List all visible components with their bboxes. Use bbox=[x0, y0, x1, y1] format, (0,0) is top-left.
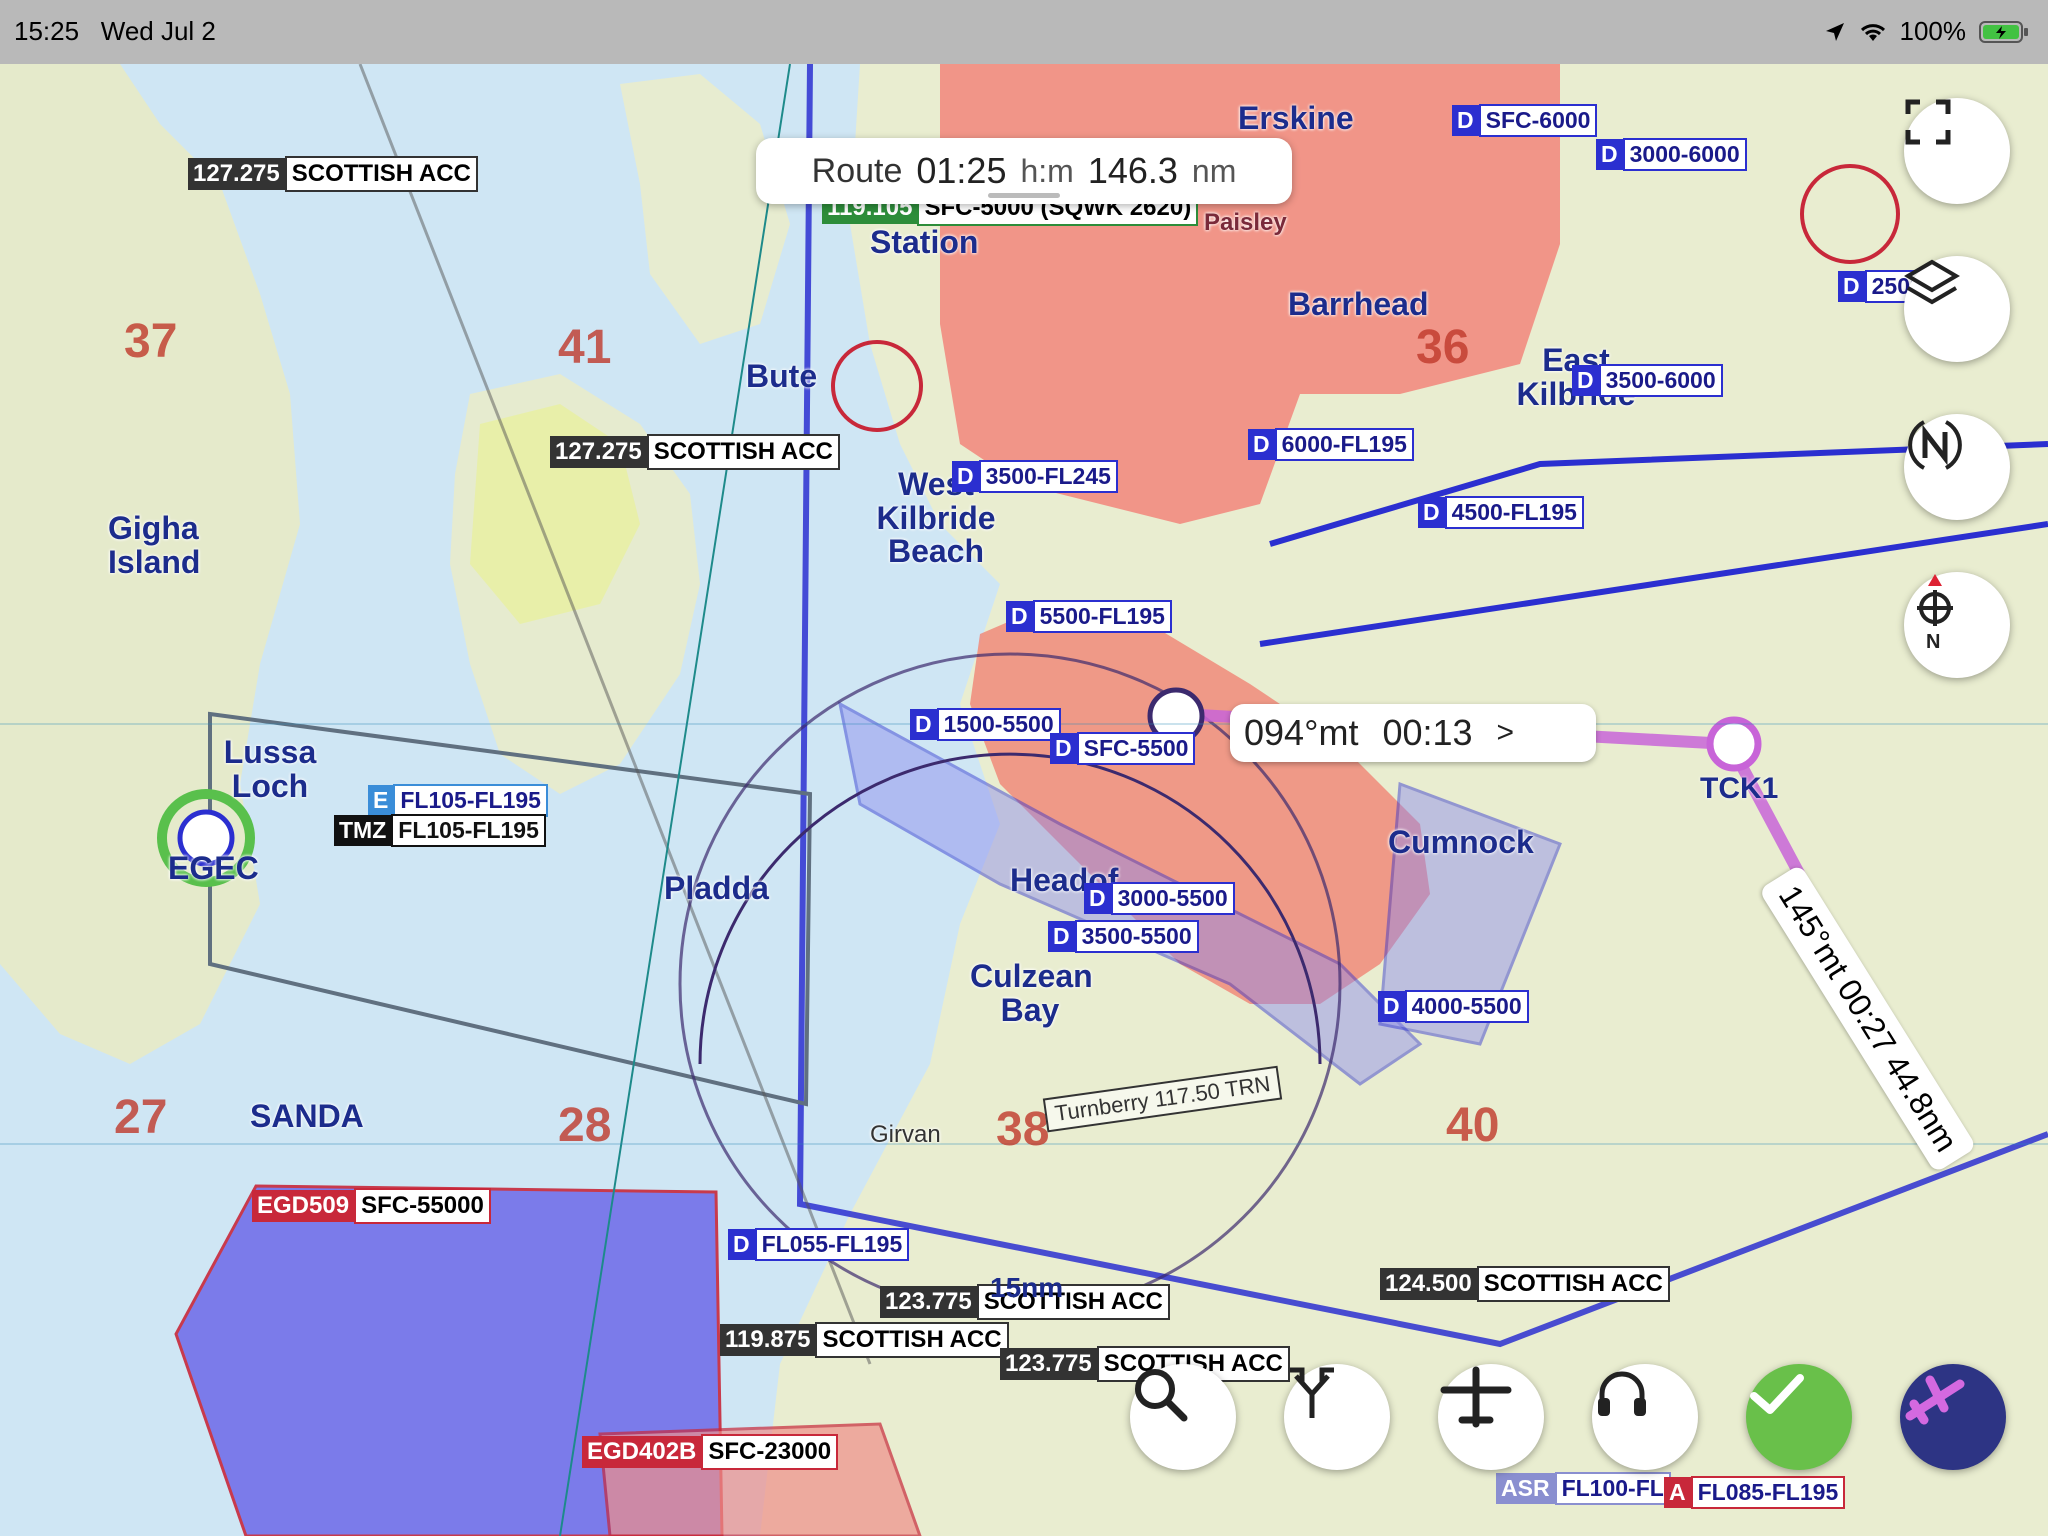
airspace-label[interactable]: A FL085-FL195 bbox=[1664, 1476, 1846, 1509]
airspace-label[interactable]: D 3500-5500 bbox=[1048, 920, 1199, 953]
place-sanda[interactable]: SANDA bbox=[250, 1099, 364, 1134]
airspace-label[interactable]: D 6000-FL195 bbox=[1248, 428, 1414, 461]
freq-label[interactable]: 119.875 SCOTTISH ACC bbox=[720, 1322, 1009, 1358]
place-bute[interactable]: Bute bbox=[746, 359, 817, 394]
route-time-unit: h:m bbox=[1020, 152, 1074, 189]
audio-button[interactable] bbox=[1592, 1364, 1698, 1470]
land-bute bbox=[620, 74, 790, 344]
battery-icon bbox=[1979, 20, 2028, 43]
north-up-icon bbox=[1908, 420, 1962, 470]
layers-icon bbox=[1904, 259, 1960, 305]
place-paisley[interactable]: Paisley bbox=[1204, 210, 1287, 235]
leg-expand-arrow[interactable]: > bbox=[1497, 716, 1515, 750]
restricted-label-egd509[interactable]: EGD509 SFC-55000 bbox=[252, 1188, 491, 1224]
place-gigha[interactable]: Gigha Island bbox=[108, 511, 200, 579]
headset-icon bbox=[1598, 1371, 1646, 1416]
airspace-label[interactable]: ASR FL100-FL bbox=[1496, 1472, 1671, 1505]
airspace-label[interactable]: D 3000-6000 bbox=[1596, 138, 1747, 171]
route-distance: 146.3 bbox=[1087, 150, 1178, 191]
drag-handle[interactable] bbox=[988, 193, 1060, 198]
airspace-label[interactable]: D 3500-6000 bbox=[1572, 364, 1723, 397]
route-distance-unit: nm bbox=[1191, 152, 1237, 189]
layers-button[interactable] bbox=[1904, 256, 2010, 362]
leg-time: 00:13 bbox=[1382, 712, 1473, 753]
grid-number: 38 bbox=[996, 1103, 1050, 1156]
place-station[interactable]: Station bbox=[870, 225, 978, 260]
place-girvan[interactable]: Girvan bbox=[870, 1122, 941, 1147]
grid-number: 28 bbox=[558, 1099, 612, 1152]
route-label: Route bbox=[811, 151, 903, 190]
fis-line bbox=[358, 64, 872, 1365]
fullscreen-button[interactable] bbox=[1904, 98, 2010, 204]
wifi-icon bbox=[1860, 23, 1885, 41]
freq-label[interactable]: 127.275 SCOTTISH ACC bbox=[188, 156, 478, 192]
airspace-label[interactable]: D 4500-FL195 bbox=[1418, 496, 1584, 529]
airspace-label[interactable]: D 4000-5500 bbox=[1378, 990, 1529, 1023]
waypoint-label[interactable]: TCK1 bbox=[1700, 772, 1778, 806]
direct-to-button[interactable] bbox=[1284, 1364, 1390, 1470]
airspace-label[interactable]: TMZ FL105-FL195 bbox=[334, 814, 546, 847]
airspace-label[interactable]: D 3000-5500 bbox=[1084, 882, 1235, 915]
leg-bearing: 094°mt bbox=[1244, 712, 1359, 753]
place-culzean[interactable]: Culzean Bay bbox=[970, 959, 1093, 1027]
aircraft-button[interactable] bbox=[1438, 1364, 1544, 1470]
battery-percent: 100% bbox=[1899, 16, 1967, 46]
airspace-label[interactable]: D FL055-FL195 bbox=[728, 1228, 910, 1261]
location-arrow-icon bbox=[1825, 22, 1844, 41]
confirm-button[interactable] bbox=[1746, 1364, 1852, 1470]
scale-label: 15nm bbox=[990, 1272, 1064, 1303]
place-cumnock[interactable]: Cumnock bbox=[1388, 825, 1534, 860]
locate-button[interactable]: N bbox=[1904, 572, 2010, 678]
route-time: 01:25 bbox=[916, 150, 1007, 191]
airspace-label[interactable]: D SFC-6000 bbox=[1452, 104, 1598, 137]
grid-number: 36 bbox=[1416, 321, 1470, 374]
svg-text:N: N bbox=[1926, 631, 1940, 652]
airspace-label[interactable]: D SFC-5500 bbox=[1050, 732, 1196, 765]
fullscreen-icon bbox=[1905, 99, 1951, 145]
place-egec[interactable]: EGEC bbox=[168, 851, 259, 886]
place-pladda[interactable]: Pladda bbox=[664, 871, 769, 906]
checkmark-icon bbox=[1750, 1374, 1804, 1414]
status-date: Wed Jul 2 bbox=[100, 16, 216, 46]
plane-app-icon bbox=[1905, 1375, 1965, 1425]
waypoint-tck1 bbox=[1706, 716, 1762, 772]
grid-number: 37 bbox=[124, 315, 178, 368]
north-up-button[interactable] bbox=[1904, 414, 2010, 520]
fork-arrow-icon bbox=[1290, 1367, 1334, 1418]
status-bar: 15:25 Wed Jul 2 100% bbox=[0, 0, 2048, 64]
freq-label[interactable]: 124.500 SCOTTISH ACC bbox=[1380, 1266, 1670, 1302]
leg-info[interactable]: 094°mt 00:13 > bbox=[1230, 704, 1596, 762]
freq-label[interactable]: 127.275 SCOTTISH ACC bbox=[550, 434, 840, 470]
airspace-label[interactable]: D 5500-FL195 bbox=[1006, 600, 1172, 633]
route-summary-panel[interactable]: Route 01:25 h:m 146.3 nm bbox=[756, 138, 1292, 204]
search-icon bbox=[1135, 1369, 1188, 1422]
aviation-map[interactable]: 37 41 27 28 38 40 36 Erskine Station Bar… bbox=[0, 64, 2048, 1536]
place-erskine[interactable]: Erskine bbox=[1238, 101, 1354, 136]
airspace-label[interactable]: D 1500-5500 bbox=[910, 708, 1061, 741]
compass-locate-icon: N bbox=[1917, 574, 1953, 652]
grid-number: 40 bbox=[1446, 1099, 1500, 1152]
status-time: 15:25 bbox=[14, 16, 80, 46]
app-menu-button[interactable] bbox=[1900, 1364, 2006, 1470]
aircraft-icon bbox=[1440, 1366, 1512, 1428]
grid-number: 41 bbox=[558, 321, 612, 374]
restricted-label-egd402b[interactable]: EGD402B SFC-23000 bbox=[582, 1434, 839, 1470]
place-barrhead[interactable]: Barrhead bbox=[1288, 287, 1429, 322]
airspace-label[interactable]: D 3500-FL245 bbox=[952, 460, 1118, 493]
airspace-label[interactable]: E FL105-FL195 bbox=[368, 784, 548, 817]
search-button[interactable] bbox=[1130, 1364, 1236, 1470]
grid-number: 27 bbox=[114, 1091, 168, 1144]
place-lussa-loch[interactable]: Lussa Loch bbox=[210, 735, 330, 803]
